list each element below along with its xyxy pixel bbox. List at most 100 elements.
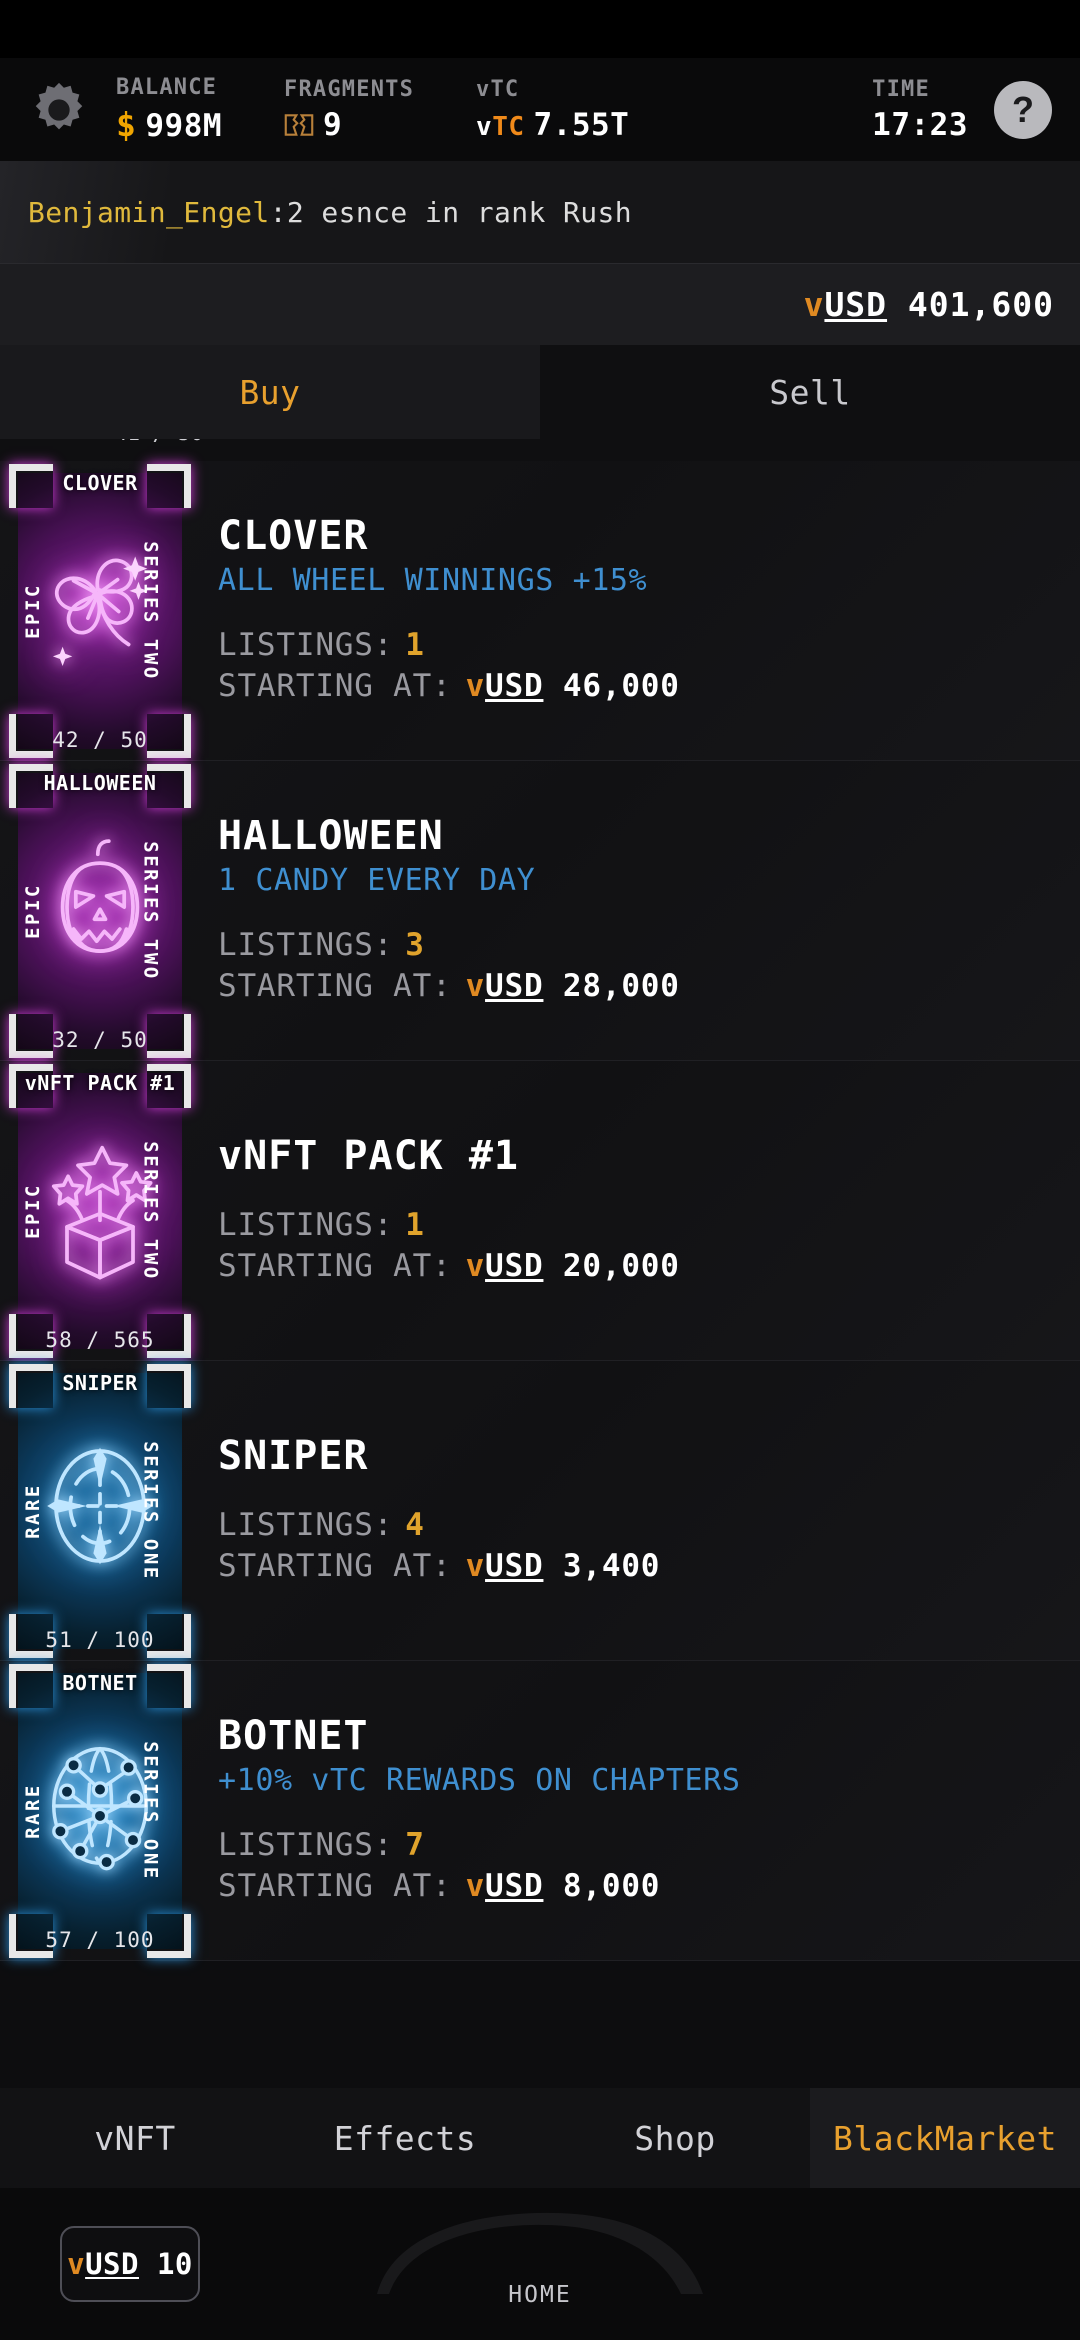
listing-info: BOTNET +10% vTC REWARDS ON CHAPTERS LIST… [200, 1714, 1080, 1907]
rarity-label: EPIC [21, 882, 44, 939]
nav-item-vnft[interactable]: vNFT [0, 2088, 270, 2188]
listing-row-halloween[interactable]: HALLOWEEN EPIC SERIES TWO 32 / 50 HALLOW… [0, 761, 1080, 1061]
starting-at-label: STARTING AT: [218, 667, 452, 704]
vusd-label: USD [485, 1247, 544, 1284]
starting-price: v USD 3,400 [466, 1546, 661, 1587]
balance-amount: 998M [145, 108, 223, 144]
listings-label: LISTINGS: [218, 1506, 394, 1543]
thumbnail-counter: 58 / 565 [45, 1327, 155, 1352]
card-thumbnail: SNIPER RARE SERIES ONE 51 / 100 [9, 1363, 191, 1658]
vusd-v-icon: v [465, 967, 486, 1004]
vusd-v-icon: v [465, 1867, 486, 1904]
thumbnail-wrapper: SNIPER RARE SERIES ONE 51 / 100 [0, 1361, 200, 1661]
listing-effect: +10% vTC REWARDS ON CHAPTERS [218, 1762, 741, 1798]
listings-label: LISTINGS: [218, 1826, 394, 1863]
card-thumbnail: HALLOWEEN EPIC SERIES TWO 32 / 50 [9, 763, 191, 1058]
gear-icon[interactable] [28, 79, 90, 141]
fragments-label: FRAGMENTS [284, 76, 415, 102]
listing-row-clover[interactable]: CLOVER EPIC SERIES TWO 42 / 50 CLOVER AL… [0, 461, 1080, 761]
bottom-nav: vNFT Effects Shop BlackMarket [0, 2088, 1080, 2188]
rarity-label: RARE [21, 1782, 44, 1839]
balance-value-group: $ 998M [116, 108, 222, 142]
vusd-v-icon: v [465, 667, 486, 704]
vusd-label: USD [485, 1867, 544, 1904]
vusd-v-icon: v [465, 1247, 486, 1284]
series-label: SERIES TWO [139, 540, 162, 681]
thumbnail-wrapper: HALLOWEEN EPIC SERIES TWO 32 / 50 [0, 761, 200, 1061]
top-hud: BALANCE $ 998M FRAGMENTS 9 vTC vTC 7.55T… [0, 58, 1080, 161]
vusd-v-icon: v [67, 2247, 86, 2281]
starting-price: v USD 28,000 [466, 966, 680, 1007]
listings-count-line: LISTINGS: 7 [218, 1825, 1060, 1866]
starting-at-label: STARTING AT: [218, 1867, 452, 1904]
listings-count-line: LISTINGS: 1 [218, 625, 1060, 666]
thumbnail-counter: 51 / 100 [45, 1627, 155, 1652]
chat-line[interactable]: Benjamin_Engel: 2 esnce in rank Rush [0, 161, 1080, 263]
price-amount: 8,000 [562, 1867, 661, 1904]
chat-username: Benjamin_Engel [28, 195, 270, 229]
tab-sell[interactable]: Sell [540, 345, 1080, 439]
vtc-label: vTC [476, 76, 520, 102]
buy-amount-button[interactable]: v USD 10 [60, 2226, 200, 2302]
thumbnail-counter: 57 / 100 [45, 1927, 155, 1952]
footer-bar: v USD 10 [0, 2188, 1080, 2340]
listings-count: 7 [405, 1826, 425, 1863]
wallet-balance[interactable]: v USD 401,600 [804, 285, 1054, 324]
listings-label: LISTINGS: [218, 926, 394, 963]
nav-item-blackmarket[interactable]: BlackMarket [810, 2088, 1080, 2188]
dollar-icon: $ [116, 105, 137, 144]
time-value: 17:23 [872, 106, 968, 143]
nav-item-shop[interactable]: Shop [540, 2088, 810, 2188]
vusd-label: USD [485, 667, 544, 704]
starting-at-label: STARTING AT: [218, 1547, 452, 1584]
nav-item-effects[interactable]: Effects [270, 2088, 540, 2188]
thumbnail-title: BOTNET [62, 1670, 138, 1695]
listings-list[interactable]: 41 / 50 [0, 439, 1080, 2088]
vtc-value-group: vTC 7.55T [476, 106, 630, 143]
listings-count: 1 [405, 626, 425, 663]
balance-label: BALANCE [116, 75, 218, 100]
vusd-label: USD [485, 967, 544, 1004]
listing-row-botnet[interactable]: BOTNET RARE SERIES ONE 57 / 100 BOTNET +… [0, 1661, 1080, 1961]
starting-price: v USD 46,000 [466, 666, 680, 707]
listing-info: SNIPER LISTINGS: 4 STARTING AT: v USD 3,4… [200, 1434, 1080, 1587]
buy-sell-tabs: Buy Sell [0, 345, 1080, 439]
starting-price: v USD 8,000 [466, 1866, 661, 1907]
listing-row-sniper[interactable]: SNIPER RARE SERIES ONE 51 / 100 SNIPER L… [0, 1361, 1080, 1661]
question-mark-icon[interactable]: ? [994, 80, 1052, 139]
listing-row-vnft-pack-1[interactable]: vNFT PACK #1 EPIC SERIES TWO 58 / 565 vN… [0, 1061, 1080, 1361]
vtc-amount: 7.55T [533, 106, 630, 143]
listings-label: LISTINGS: [218, 1206, 394, 1243]
listing-title: CLOVER [218, 513, 369, 560]
fragments-value-group: 9 [284, 109, 414, 141]
listings-count: 1 [405, 1206, 425, 1243]
thumbnail-title: HALLOWEEN [43, 770, 157, 795]
vtc-icon: vTC [476, 111, 525, 142]
series-label: SERIES ONE [139, 1740, 162, 1881]
thumbnail-wrapper: BOTNET RARE SERIES ONE 57 / 100 [0, 1661, 200, 1961]
wallet-bar: v USD 401,600 [0, 263, 1080, 345]
vusd-label: USD [85, 2247, 139, 2281]
listings-count-line: LISTINGS: 4 [218, 1505, 1060, 1546]
tab-buy[interactable]: Buy [0, 345, 540, 439]
card-thumbnail: CLOVER EPIC SERIES TWO 42 / 50 [9, 463, 191, 758]
series-label: SERIES TWO [139, 1140, 162, 1281]
price-amount: 3,400 [562, 1547, 661, 1584]
vusd-v-icon: v [803, 285, 825, 324]
starting-price-line: STARTING AT: v USD 3,400 [218, 1546, 1060, 1587]
card-thumbnail: BOTNET RARE SERIES ONE 57 / 100 [9, 1663, 191, 1958]
thumbnail-title: SNIPER [62, 1370, 138, 1395]
listing-title: vNFT PACK #1 [218, 1133, 519, 1180]
listing-title: SNIPER [218, 1433, 369, 1480]
series-label: SERIES TWO [139, 840, 162, 981]
listings-count-line: LISTINGS: 1 [218, 1205, 1060, 1246]
status-bar-notch [0, 0, 1080, 58]
partial-card-counter: 41 / 50 [54, 439, 264, 445]
starting-price-line: STARTING AT: v USD 8,000 [218, 1866, 1060, 1907]
buy-amount: 10 [156, 2247, 193, 2281]
vusd-label: USD [485, 1547, 544, 1584]
listing-info: vNFT PACK #1 LISTINGS: 1 STARTING AT: vU… [200, 1134, 1080, 1287]
